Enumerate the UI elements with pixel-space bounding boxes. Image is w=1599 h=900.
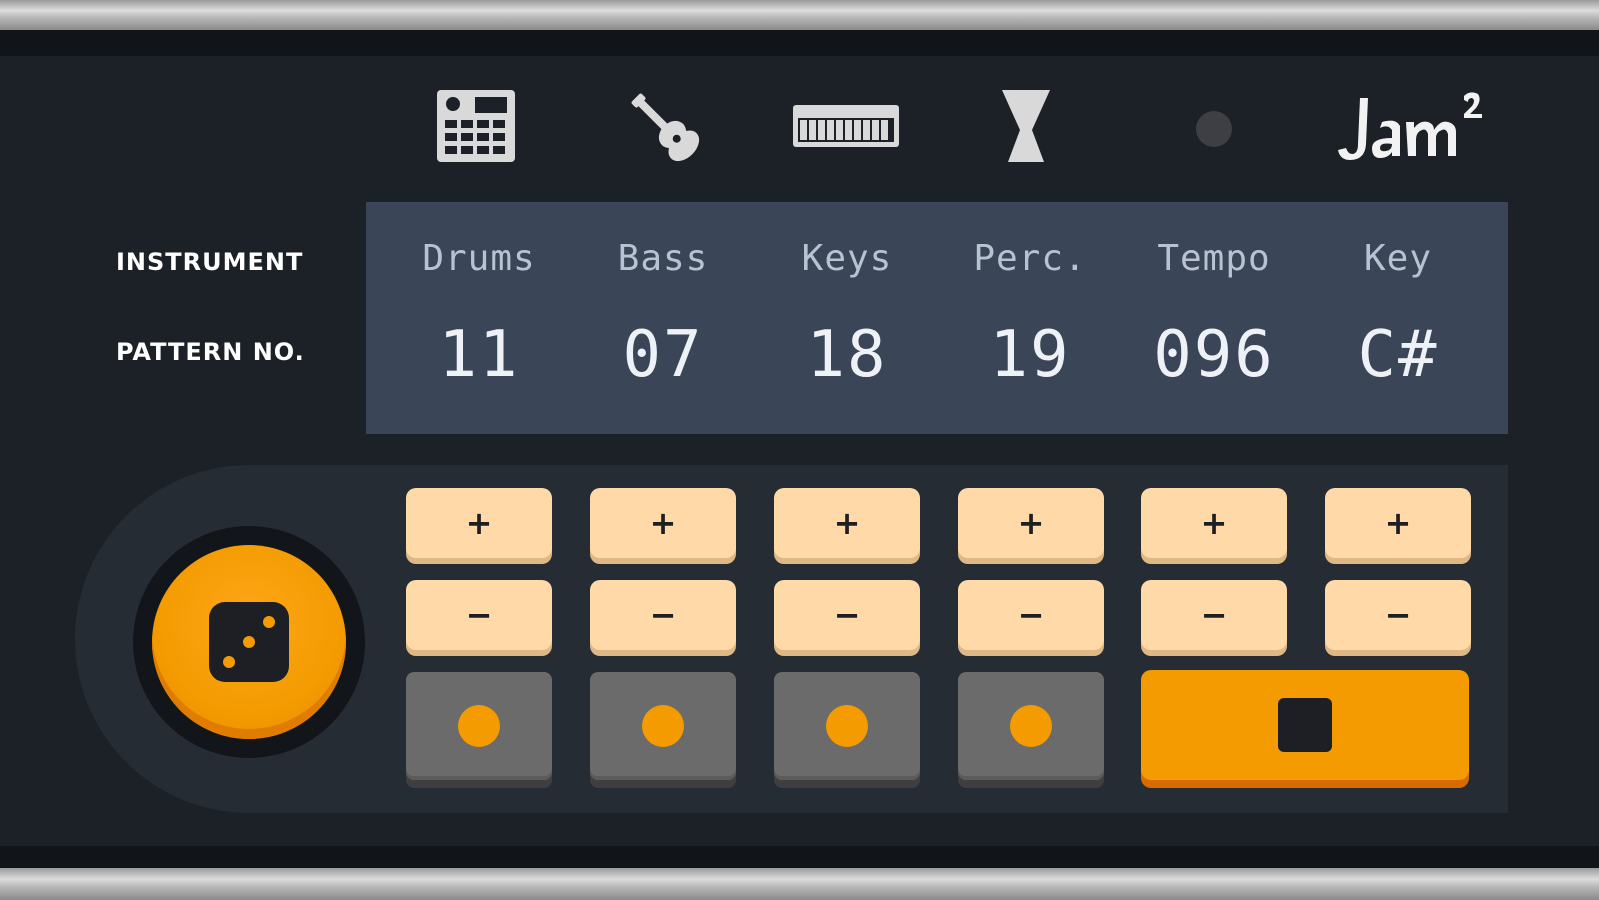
key-minus-button[interactable]: − — [1325, 580, 1471, 650]
display-name-key: Key — [1363, 238, 1433, 279]
keyboard-icon[interactable] — [786, 86, 906, 166]
perc-plus-button[interactable]: + — [958, 488, 1104, 558]
instrument-label: INSTRUMENT — [116, 248, 304, 276]
tempo-minus-button[interactable]: − — [1141, 580, 1287, 650]
pattern-number-label: PATTERN NO. — [116, 338, 305, 366]
metal-frame-top — [0, 0, 1599, 30]
display-name-drums: Drums — [422, 238, 536, 279]
drums-led-icon — [458, 705, 500, 747]
jam2-logo — [1330, 86, 1500, 176]
bass-led-icon — [642, 705, 684, 747]
tempo-plus-button[interactable]: + — [1141, 488, 1287, 558]
drums-minus-button[interactable]: − — [406, 580, 552, 650]
perc-minus-button[interactable]: − — [958, 580, 1104, 650]
status-led-icon — [1196, 111, 1232, 147]
perc-toggle-pad[interactable] — [958, 672, 1104, 780]
display-value-perc: 19 — [989, 318, 1071, 392]
frame-shadow-top — [0, 30, 1599, 56]
keys-minus-button[interactable]: − — [774, 580, 920, 650]
stop-button[interactable] — [1141, 670, 1469, 780]
display-value-drums: 11 — [438, 318, 520, 392]
djembe-icon[interactable] — [966, 86, 1086, 166]
bass-minus-button[interactable]: − — [590, 580, 736, 650]
drums-toggle-pad[interactable] — [406, 672, 552, 780]
randomize-button[interactable] — [152, 545, 346, 739]
keys-plus-button[interactable]: + — [774, 488, 920, 558]
keys-led-icon — [826, 705, 868, 747]
display-value-keys: 18 — [806, 318, 888, 392]
display-value-bass: 07 — [622, 318, 704, 392]
bass-toggle-pad[interactable] — [590, 672, 736, 780]
display-value-tempo: 096 — [1153, 318, 1275, 392]
stop-icon — [1278, 698, 1332, 752]
guitar-icon[interactable] — [604, 86, 724, 166]
display-name-tempo: Tempo — [1157, 238, 1271, 279]
display-name-perc: Perc. — [973, 238, 1087, 279]
display-name-keys: Keys — [801, 238, 893, 279]
dice-icon — [209, 602, 289, 682]
drums-plus-button[interactable]: + — [406, 488, 552, 558]
drum-machine-icon[interactable] — [416, 86, 536, 166]
display-value-key: C# — [1357, 318, 1439, 392]
keys-toggle-pad[interactable] — [774, 672, 920, 780]
bass-plus-button[interactable]: + — [590, 488, 736, 558]
metal-frame-bottom — [0, 868, 1599, 900]
key-plus-button[interactable]: + — [1325, 488, 1471, 558]
perc-led-icon — [1010, 705, 1052, 747]
display-name-bass: Bass — [617, 238, 709, 279]
frame-shadow-bottom — [0, 846, 1599, 868]
